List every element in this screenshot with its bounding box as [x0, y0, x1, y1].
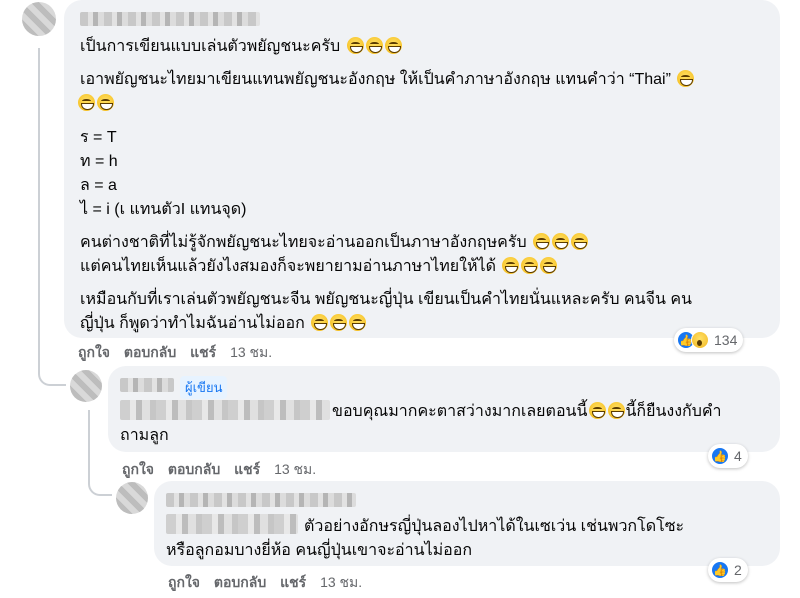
thread-line-branch1	[38, 360, 66, 386]
timestamp[interactable]: 13 ชม.	[320, 574, 362, 590]
reply-line: หรือลูกอมบางยี่ห้อ คนญี่ปุ่นเขาจะอ่านไม่…	[166, 542, 473, 559]
thread-line-main	[38, 48, 40, 368]
thread-line-branch2	[88, 470, 112, 496]
grin-emoji-icon	[608, 402, 626, 419]
reaction-summary[interactable]: 👍 4	[708, 444, 748, 468]
like-icon: 👍	[711, 561, 729, 579]
share-button[interactable]: แชร์	[234, 461, 260, 477]
like-button[interactable]: ถูกใจ	[78, 344, 110, 360]
like-button[interactable]: ถูกใจ	[122, 461, 154, 477]
grin-emoji-icon	[521, 257, 539, 274]
comment-line	[76, 94, 114, 114]
share-button[interactable]: แชร์	[280, 574, 306, 590]
comment-actions: ถูกใจ ตอบกลับ แชร์ 13 ชม.	[122, 459, 326, 481]
reply-button[interactable]: ตอบกลับ	[168, 461, 220, 477]
reply-button[interactable]: ตอบกลับ	[124, 344, 176, 360]
grin-emoji-icon	[346, 37, 364, 54]
like-icon: 👍	[711, 447, 729, 465]
comment-line: แต่คนไทยเห็นแล้วยังไงสมองก็จะพยายามอ่านภ…	[80, 257, 558, 277]
reaction-summary[interactable]: 👍 2	[708, 558, 748, 582]
grin-emoji-icon	[365, 37, 383, 54]
comment-actions: ถูกใจ ตอบกลับ แชร์ 13 ชม.	[168, 572, 372, 594]
grin-emoji-icon	[589, 402, 607, 419]
reaction-count: 134	[714, 332, 738, 348]
comment-line: ร = T	[80, 129, 117, 146]
comment-line: ไ = i (เ แทนตัวI แทนจุด)	[80, 201, 247, 218]
reply-line: ขอบคุณมากคะตาสว่างมากเลยตอนนี้ นี้ก็ยืนงง…	[332, 402, 722, 420]
avatar[interactable]	[70, 370, 102, 402]
reaction-summary[interactable]: 👍 134	[674, 328, 744, 352]
reaction-count: 4	[734, 448, 742, 464]
comment-line: ท = h	[80, 153, 118, 170]
reply-button[interactable]: ตอบกลับ	[214, 574, 266, 590]
comment-line: ญี่ปุ่น ก็พูดว่าทำไมฉันอ่านไม่ออก	[80, 314, 367, 334]
timestamp[interactable]: 13 ชม.	[230, 344, 272, 360]
grin-emoji-icon	[349, 314, 367, 331]
grin-emoji-icon	[571, 233, 589, 250]
comment-line: คนต่างชาติที่ไม่รู้จักพยัญชนะไทยจะอ่านออ…	[80, 233, 589, 253]
avatar[interactable]	[116, 482, 148, 514]
reply-line: ตัวอย่างอักษรญี่ปุ่นลองไปหาได้ในเซเว่น เ…	[304, 518, 685, 535]
grin-emoji-icon	[540, 257, 558, 274]
author-name-redacted[interactable]	[166, 493, 356, 507]
author-name-redacted[interactable]	[80, 12, 260, 26]
grin-emoji-icon	[97, 94, 114, 111]
grin-emoji-icon	[311, 314, 329, 331]
grin-emoji-icon	[552, 233, 570, 250]
grin-emoji-icon	[502, 257, 520, 274]
comment-line: ล = a	[80, 177, 117, 194]
timestamp[interactable]: 13 ชม.	[274, 461, 316, 477]
redacted-text	[120, 400, 330, 420]
author-badge: ผู้เขียน	[180, 376, 228, 399]
grin-emoji-icon	[384, 37, 402, 54]
comment-line: เหมือนกับที่เราเล่นตัวพยัญชนะจีน พยัญชนะ…	[80, 291, 692, 308]
wow-icon	[691, 331, 709, 349]
author-name-redacted[interactable]	[120, 378, 174, 392]
avatar[interactable]	[22, 2, 56, 36]
reaction-count: 2	[734, 562, 742, 578]
comment-line: เอาพยัญชนะไทยมาเขียนแทนพยัญชนะอังกฤษ ให้…	[80, 70, 695, 90]
comment-line: เป็นการเขียนแบบเล่นตัวพยัญชนะครับ	[80, 37, 402, 57]
comment-actions: ถูกใจ ตอบกลับ แชร์ 13 ชม.	[78, 342, 282, 364]
grin-emoji-icon	[330, 314, 348, 331]
grin-emoji-icon	[677, 70, 695, 87]
redacted-text	[166, 514, 298, 534]
grin-emoji-icon	[78, 94, 95, 111]
reply-line: ถามลูก	[120, 427, 169, 444]
grin-emoji-icon	[533, 233, 551, 250]
like-button[interactable]: ถูกใจ	[168, 574, 200, 590]
share-button[interactable]: แชร์	[190, 344, 216, 360]
